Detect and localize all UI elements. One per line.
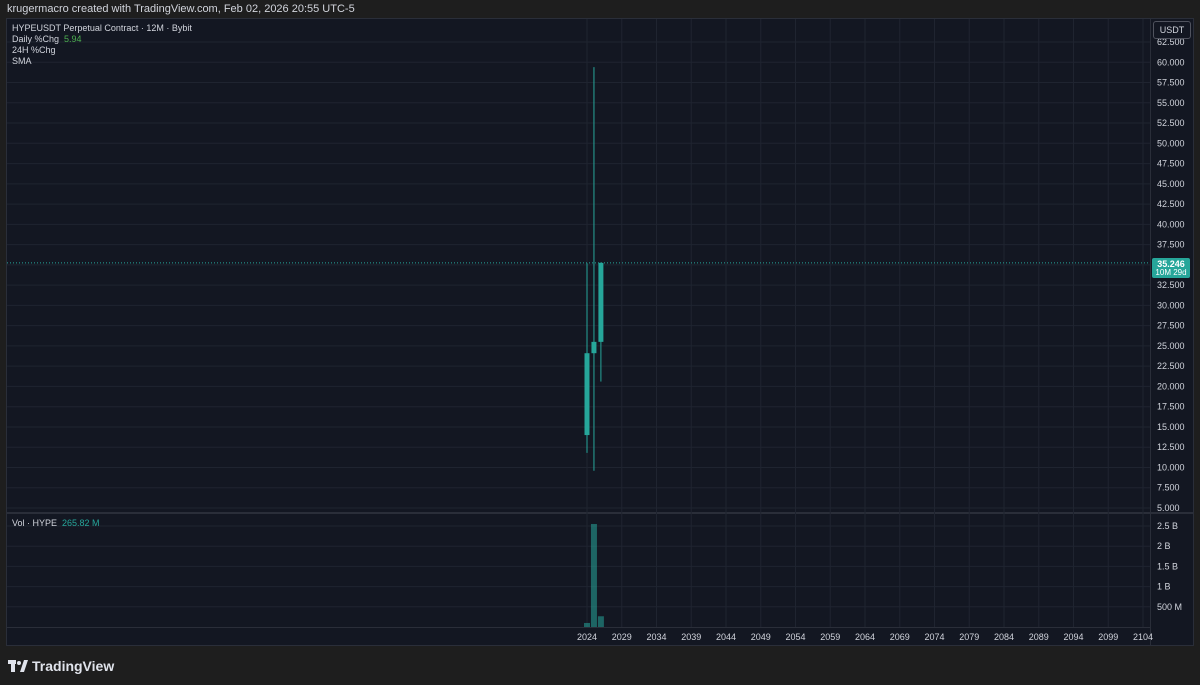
time-tick-label: 2029 [612,632,632,642]
price-tick-label: 37.500 [1157,240,1185,250]
price-tick-label: 52.500 [1157,118,1185,128]
volume-tick-label: 1 B [1157,582,1171,592]
time-tick-label: 2089 [1029,632,1049,642]
price-tick-label: 47.500 [1157,159,1185,169]
last-price-badge: 35.246 10M 29d [1152,258,1190,278]
volume-tick-label: 2.5 B [1157,521,1178,531]
time-tick-label: 2044 [716,632,736,642]
volume-bar [590,523,597,627]
legend-24h-chg[interactable]: 24H %Chg [12,45,56,55]
price-tick-label: 15.000 [1157,422,1185,432]
price-tick-label: 20.000 [1157,381,1185,391]
time-tick-label: 2084 [994,632,1014,642]
volume-bar [597,616,604,627]
footer: TradingView [0,646,1200,685]
volume-bar [584,622,590,627]
volume-tick-label: 1.5 B [1157,561,1178,571]
price-tick-label: 30.000 [1157,300,1185,310]
price-tick-label: 17.500 [1157,402,1185,412]
time-tick-label: 2064 [855,632,875,642]
volume-tick-label: 2 B [1157,541,1171,551]
time-tick-label: 2034 [646,632,666,642]
price-tick-label: 55.000 [1157,98,1185,108]
legend-daily-chg-label: Daily %Chg [12,34,60,44]
legend-volume[interactable]: Vol · HYPE 265.82 M [12,518,100,528]
time-tick-label: 2099 [1098,632,1118,642]
time-tick-label: 2074 [924,632,944,642]
tradingview-logo-text: TradingView [32,658,115,674]
candle-body [591,341,597,354]
time-tick-label: 2024 [577,632,597,642]
time-tick-label: 2069 [890,632,910,642]
time-tick-label: 2039 [681,632,701,642]
price-tick-label: 50.000 [1157,138,1185,148]
tradingview-logo[interactable]: TradingView [8,658,114,674]
legend-daily-chg[interactable]: Daily %Chg 5.94 [12,34,82,44]
bar-countdown: 10M 29d [1155,268,1187,277]
tradingview-logo-icon [8,660,28,672]
time-tick-label: 2049 [751,632,771,642]
price-tick-label: 27.500 [1157,321,1185,331]
legend-volume-label: Vol · HYPE [12,518,58,528]
candle-body [584,353,590,436]
price-tick-label: 12.500 [1157,442,1185,452]
legend-daily-chg-value: 5.94 [64,34,82,44]
time-tick-label: 2104 [1133,632,1153,642]
legend-volume-value: 265.82 M [62,518,100,528]
volume-tick-label: 500 M [1157,602,1182,612]
price-tick-label: 5.000 [1157,503,1180,513]
time-tick-label: 2059 [820,632,840,642]
price-tick-label: 10.000 [1157,462,1185,472]
chart-svg[interactable]: 62.50060.00057.50055.00052.50050.00047.5… [0,0,1200,646]
price-tick-label: 40.000 [1157,219,1185,229]
price-tick-label: 7.500 [1157,483,1180,493]
time-tick-label: 2094 [1063,632,1083,642]
price-tick-label: 25.000 [1157,341,1185,351]
price-tick-label: 60.000 [1157,57,1185,67]
legend-sma[interactable]: SMA [12,56,32,66]
candle-body [598,262,604,342]
price-tick-label: 45.000 [1157,179,1185,189]
time-tick-label: 2054 [785,632,805,642]
legend-symbol[interactable]: HYPEUSDT Perpetual Contract · 12M · Bybi… [12,23,192,33]
currency-button[interactable]: USDT [1153,21,1191,39]
price-tick-label: 42.500 [1157,199,1185,209]
price-tick-label: 22.500 [1157,361,1185,371]
time-tick-label: 2079 [959,632,979,642]
price-tick-label: 32.500 [1157,280,1185,290]
price-tick-label: 57.500 [1157,78,1185,88]
